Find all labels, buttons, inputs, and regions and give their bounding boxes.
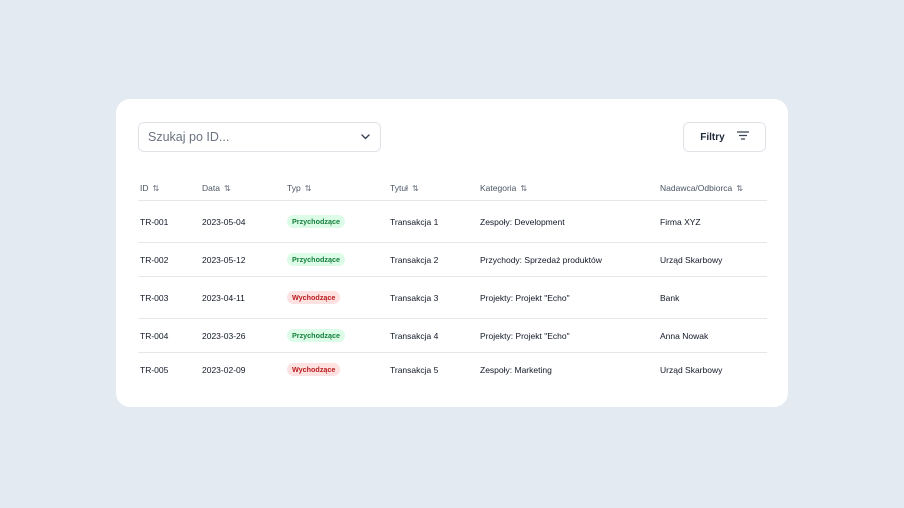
cell-title: Transakcja 5 bbox=[390, 364, 439, 375]
cell-id: TR-003 bbox=[138, 276, 200, 319]
column-header-id[interactable]: ID ⇅ bbox=[138, 176, 200, 201]
filters-button[interactable]: Filtry bbox=[683, 122, 766, 152]
cell-id: TR-002 bbox=[138, 242, 200, 277]
cell-category: Zespoły: Marketing bbox=[480, 364, 552, 375]
cell-party: Bank bbox=[658, 276, 767, 319]
sort-arrows-icon[interactable]: ⇅ bbox=[153, 184, 160, 193]
cell-title: Transakcja 2 bbox=[388, 242, 478, 277]
cell-date: 2023-03-26 bbox=[200, 318, 285, 353]
cell-type: Przychodzące bbox=[285, 242, 388, 277]
toolbar: Filtry bbox=[138, 122, 766, 152]
table-row[interactable]: TR-001 2023-05-04 Przychodzące Transakcj… bbox=[138, 200, 767, 243]
cell-type: Wychodzące bbox=[285, 353, 388, 387]
cell-date: 2023-02-09 bbox=[202, 364, 246, 375]
cell-party: Firma XYZ bbox=[658, 200, 767, 243]
cell-category: Przychody: Sprzedaż produktów bbox=[478, 242, 658, 277]
sort-arrows-icon[interactable]: ⇅ bbox=[520, 184, 527, 193]
cell-party: Anna Nowak bbox=[658, 318, 767, 353]
transactions-table: ID ⇅ Data ⇅ Typ ⇅ Tytuł ⇅ Kategoria ⇅ Nadawca… bbox=[138, 176, 767, 386]
cell-category: Projekty: Projekt "Echo" bbox=[478, 318, 658, 353]
filter-lines-icon bbox=[736, 131, 749, 143]
cell-title: Transakcja 4 bbox=[388, 318, 478, 353]
cell-category: Projekty: Projekt "Echo" bbox=[478, 276, 658, 319]
cell-date: 2023-05-04 bbox=[200, 200, 285, 243]
cell-type: Przychodzące bbox=[285, 318, 388, 353]
cell-title: Transakcja 3 bbox=[388, 276, 478, 319]
column-header-party[interactable]: Nadawca/Odbiorca ⇅ bbox=[658, 176, 767, 201]
column-header-title[interactable]: Tytuł ⇅ bbox=[388, 176, 478, 201]
sort-arrows-icon[interactable]: ⇅ bbox=[305, 184, 312, 193]
column-header-date[interactable]: Data ⇅ bbox=[200, 176, 285, 201]
sort-arrows-icon[interactable]: ⇅ bbox=[412, 184, 419, 193]
cell-date: 2023-05-12 bbox=[200, 242, 285, 277]
cell-type: Wychodzące bbox=[285, 276, 388, 319]
type-badge: Przychodzące bbox=[287, 215, 345, 228]
cell-party: Urząd Skarbowy bbox=[660, 364, 723, 375]
table-row[interactable]: TR-002 2023-05-12 Przychodzące Transakcj… bbox=[138, 242, 767, 277]
cell-category: Zespoły: Development bbox=[478, 200, 658, 243]
type-badge: Wychodzące bbox=[287, 363, 341, 376]
type-badge: Przychodzące bbox=[287, 253, 345, 266]
transactions-card: Filtry ID⇅ Data⇅ Typ⇅ Tytuł⇅ Kategoria⇅ … bbox=[116, 99, 788, 407]
filters-label: Filtry bbox=[700, 131, 725, 143]
type-badge: Przychodzące bbox=[287, 329, 345, 342]
cell-id: TR-001 bbox=[138, 200, 200, 243]
search-input[interactable] bbox=[148, 130, 360, 144]
table-row[interactable]: TR-004 2023-03-26 Przychodzące Transakcj… bbox=[138, 318, 767, 353]
table-header-row: ID ⇅ Data ⇅ Typ ⇅ Tytuł ⇅ Kategoria ⇅ Nadawca… bbox=[138, 176, 767, 201]
sort-arrows-icon[interactable]: ⇅ bbox=[224, 184, 231, 193]
cell-id: TR-004 bbox=[138, 318, 200, 353]
table-row[interactable]: TR-003 2023-04-11 Wychodzące Transakcja … bbox=[138, 276, 767, 319]
type-badge: Wychodzące bbox=[287, 291, 341, 304]
cell-party: Urząd Skarbowy bbox=[658, 242, 767, 277]
column-header-type[interactable]: Typ ⇅ bbox=[285, 176, 388, 201]
cell-id: TR-005 bbox=[140, 364, 169, 375]
cell-date: 2023-04-11 bbox=[200, 276, 285, 319]
cell-title: Transakcja 1 bbox=[388, 200, 478, 243]
table-row[interactable]: TR-005 2023-02-09 Wychodzące Transakcja … bbox=[138, 353, 767, 387]
column-header-category[interactable]: Kategoria ⇅ bbox=[478, 176, 658, 201]
search-combobox[interactable] bbox=[138, 122, 381, 152]
chevron-down-icon[interactable] bbox=[360, 132, 370, 142]
sort-arrows-icon[interactable]: ⇅ bbox=[736, 184, 743, 193]
cell-type: Przychodzące bbox=[285, 200, 388, 243]
